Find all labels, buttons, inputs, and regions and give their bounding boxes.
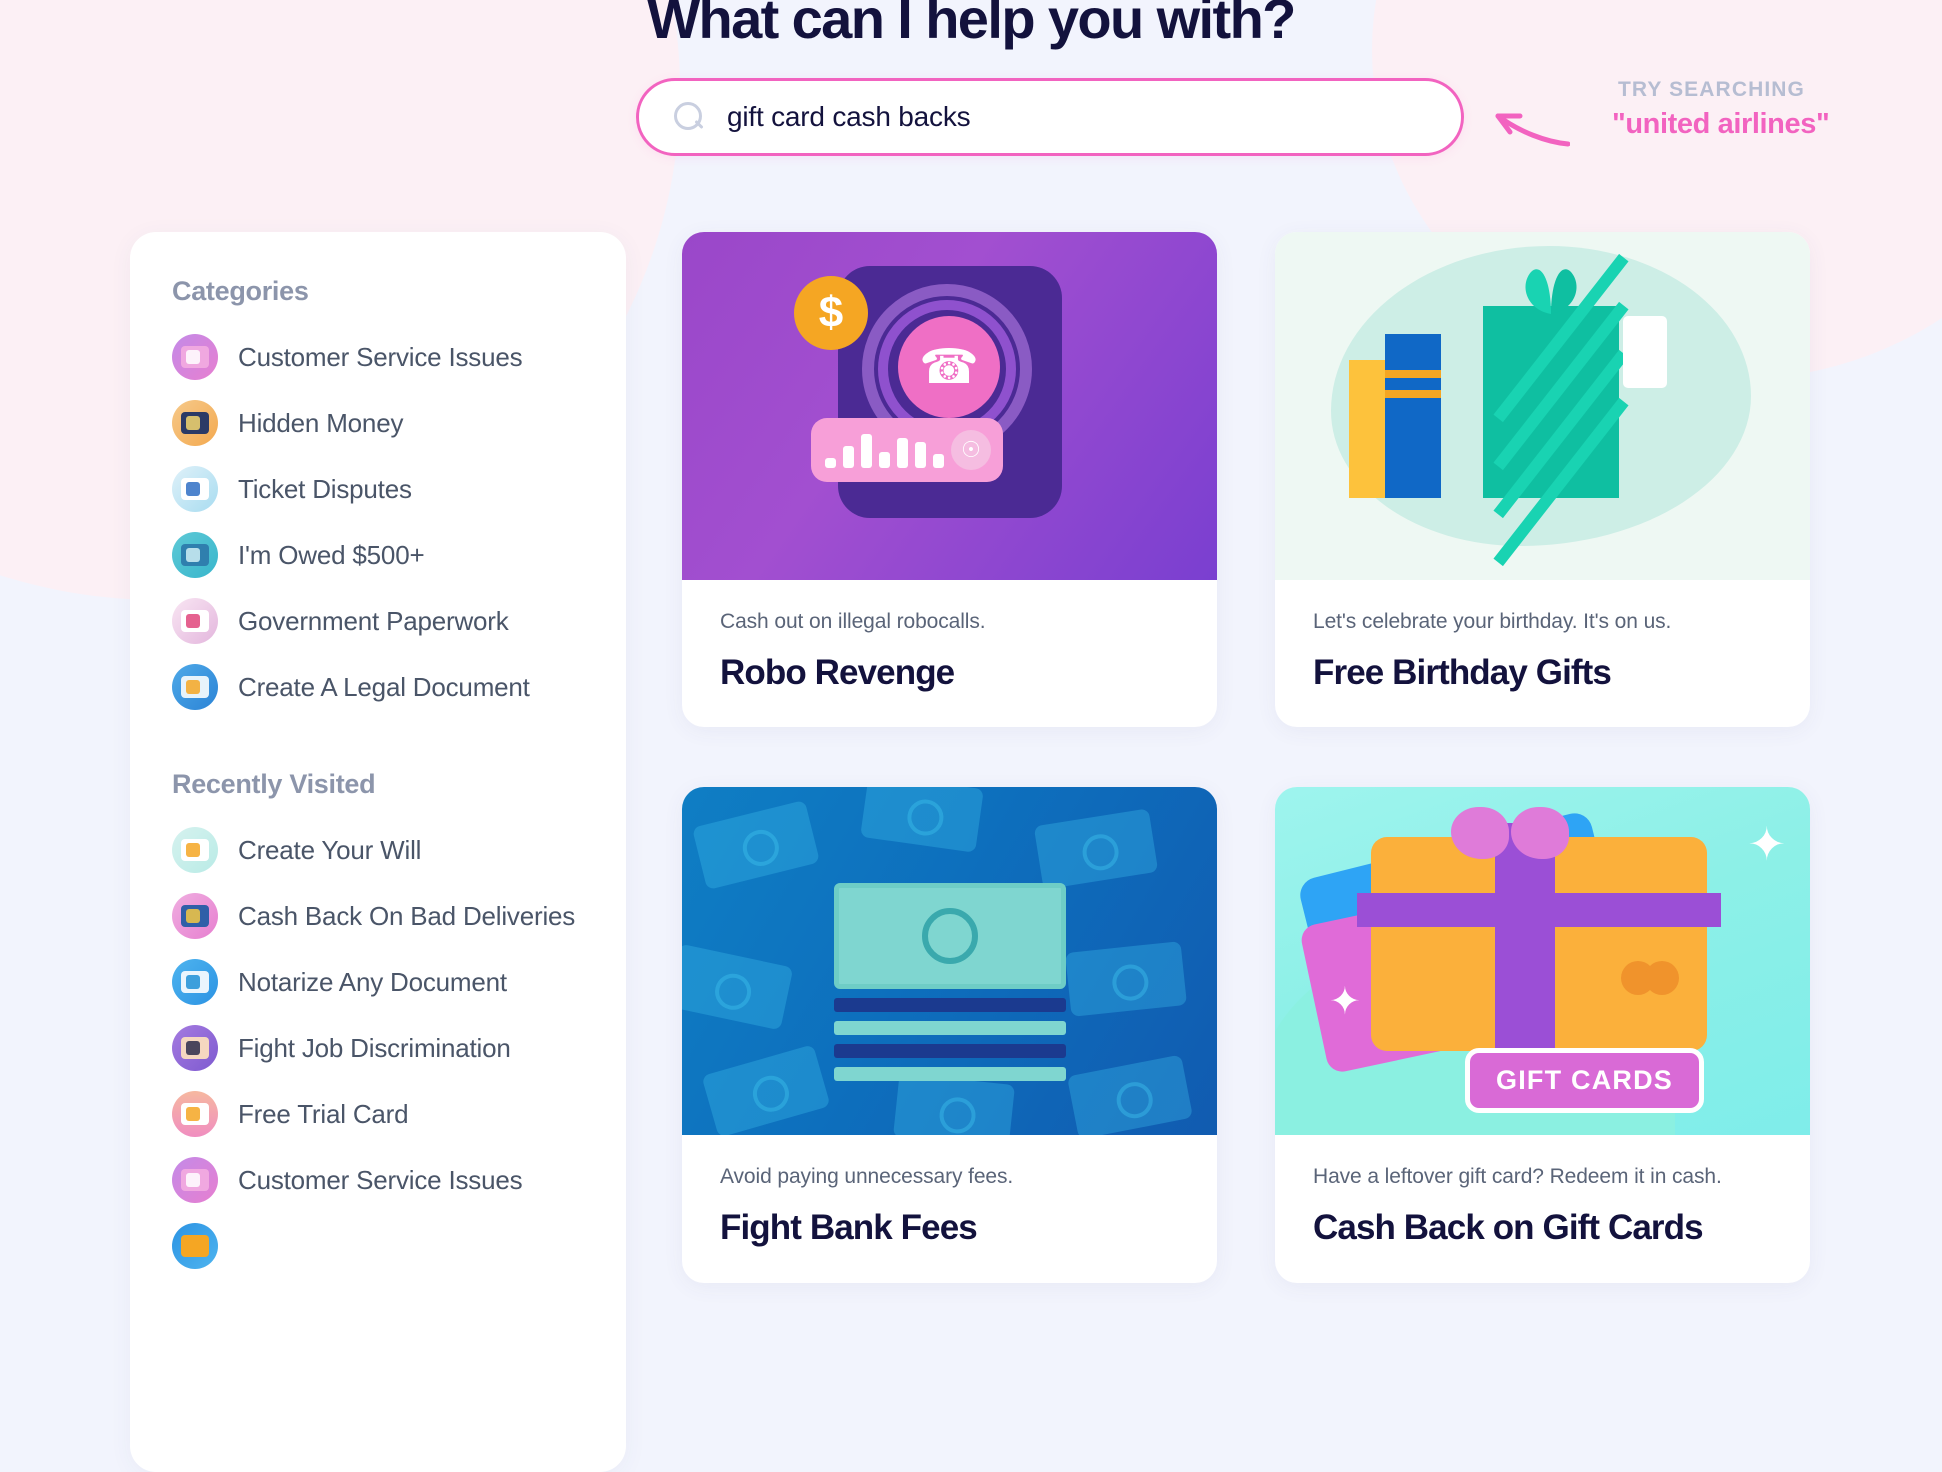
try-searching-block: TRY SEARCHING "united airlines" — [1484, 78, 1884, 147]
page-title: What can I help you with? — [647, 0, 1296, 50]
search-input[interactable]: gift card cash backs — [636, 78, 1464, 156]
card-body: Avoid paying unnecessary fees. Fight Ban… — [682, 1135, 1217, 1282]
free-trial-card-icon — [172, 1091, 218, 1137]
sidebar-item-label: Ticket Disputes — [238, 473, 412, 504]
sidebar-item-label: Create A Legal Document — [238, 671, 530, 702]
search-input-value: gift card cash backs — [727, 101, 971, 132]
gift-cards-badge: GIFT CARDS — [1465, 1048, 1704, 1114]
card-title: Free Birthday Gifts — [1313, 653, 1612, 692]
sidebar-item-customer-service-issues-recent[interactable]: Customer Service Issues — [172, 1154, 626, 1206]
partial-item-icon — [172, 1223, 218, 1269]
sparkle-icon: ✦ — [1747, 818, 1786, 871]
sidebar-item-customer-service-issues[interactable]: Customer Service Issues — [172, 331, 626, 383]
robot-icon: ☉ — [951, 430, 991, 470]
sidebar-item-im-owed-500[interactable]: I'm Owed $500+ — [172, 529, 626, 581]
birthday-gifts-illustration — [1275, 232, 1810, 580]
sidebar-item-fight-job-discrimination[interactable]: Fight Job Discrimination — [172, 1022, 626, 1074]
customer-service-icon — [172, 334, 218, 380]
sparkle-icon: ✦ — [1329, 981, 1361, 1024]
recently-visited-heading: Recently Visited — [172, 769, 376, 799]
page-root: What can I help you with? gift card cash… — [0, 0, 1942, 1472]
card-subtitle: Avoid paying unnecessary fees. — [720, 1165, 1014, 1189]
try-searching-label: TRY SEARCHING — [1618, 78, 1805, 101]
job-discrimination-icon — [172, 1025, 218, 1071]
search-row: gift card cash backs TRY SEARCHING "unit… — [636, 78, 1884, 156]
sidebar: Categories Customer Service Issues Hidde… — [130, 232, 626, 1472]
sidebar-item-label: Customer Service Issues — [238, 341, 523, 372]
card-body: Let's celebrate your birthday. It's on u… — [1275, 580, 1810, 727]
card-cash-back-on-gift-cards[interactable]: ✦ ✦ GIFT CARDS Have a leftover gift card… — [1275, 787, 1810, 1283]
sidebar-item-government-paperwork[interactable]: Government Paperwork — [172, 595, 626, 647]
delivery-truck-icon — [172, 893, 218, 939]
customer-service-icon — [172, 1157, 218, 1203]
card-subtitle: Have a leftover gift card? Redeem it in … — [1313, 1165, 1722, 1189]
card-title: Fight Bank Fees — [720, 1208, 978, 1248]
sidebar-item-ticket-disputes[interactable]: Ticket Disputes — [172, 463, 626, 515]
sidebar-item-label: Cash Back On Bad Deliveries — [238, 900, 576, 931]
courthouse-icon — [172, 532, 218, 578]
sidebar-item-label: I'm Owed $500+ — [238, 539, 425, 570]
curved-left-arrow-icon — [1495, 113, 1570, 147]
sidebar-item-label: Fight Job Discrimination — [238, 1032, 511, 1063]
card-body: Cash out on illegal robocalls. Robo Reve… — [682, 580, 1217, 727]
sidebar-item-label: Government Paperwork — [238, 605, 509, 636]
sidebar-item-hidden-money[interactable]: Hidden Money — [172, 397, 626, 449]
dollar-coin-icon: $ — [794, 276, 868, 350]
bank-fees-illustration — [682, 787, 1217, 1136]
sidebar-item-label: Customer Service Issues — [238, 1164, 523, 1195]
card-fight-bank-fees[interactable]: Avoid paying unnecessary fees. Fight Ban… — [682, 787, 1217, 1283]
gift-cards-illustration: ✦ ✦ GIFT CARDS — [1275, 787, 1810, 1136]
notary-stamp-icon — [172, 959, 218, 1005]
sidebar-item-partial[interactable] — [172, 1220, 626, 1272]
results-grid: ☎ $ ☉ Cash out on illegal robocalls. Rob… — [682, 232, 1872, 1283]
government-form-icon — [172, 598, 218, 644]
sidebar-item-notarize-any-document[interactable]: Notarize Any Document — [172, 956, 626, 1008]
search-icon — [673, 101, 705, 133]
treasure-chest-icon — [172, 400, 218, 446]
ribbon-bow-icon — [1451, 807, 1569, 869]
categories-heading: Categories — [172, 276, 309, 306]
card-free-birthday-gifts[interactable]: Let's celebrate your birthday. It's on u… — [1275, 232, 1810, 728]
robo-revenge-illustration: ☎ $ ☉ — [682, 232, 1217, 580]
gift-bow-icon — [1525, 269, 1577, 314]
sidebar-item-label: Free Trial Card — [238, 1098, 409, 1129]
card-subtitle: Let's celebrate your birthday. It's on u… — [1313, 610, 1672, 633]
try-searching-example[interactable]: "united airlines" — [1612, 108, 1830, 141]
legal-gavel-icon — [172, 664, 218, 710]
card-body: Have a leftover gift card? Redeem it in … — [1275, 1135, 1810, 1282]
sidebar-item-cash-back-on-bad-deliveries[interactable]: Cash Back On Bad Deliveries — [172, 890, 626, 942]
sidebar-item-label: Notarize Any Document — [238, 966, 507, 997]
phone-call-icon: ☎ — [898, 316, 1000, 418]
sidebar-item-label: Hidden Money — [238, 407, 404, 438]
quill-document-icon — [172, 827, 218, 873]
sidebar-item-label: Create Your Will — [238, 834, 422, 865]
parking-ticket-icon — [172, 466, 218, 512]
card-title: Robo Revenge — [720, 653, 955, 692]
card-title: Cash Back on Gift Cards — [1313, 1208, 1704, 1248]
sidebar-item-create-your-will[interactable]: Create Your Will — [172, 824, 626, 876]
sidebar-item-create-a-legal-document[interactable]: Create A Legal Document — [172, 661, 626, 713]
card-subtitle: Cash out on illegal robocalls. — [720, 610, 986, 633]
card-robo-revenge[interactable]: ☎ $ ☉ Cash out on illegal robocalls. Rob… — [682, 232, 1217, 728]
sidebar-item-free-trial-card[interactable]: Free Trial Card — [172, 1088, 626, 1140]
